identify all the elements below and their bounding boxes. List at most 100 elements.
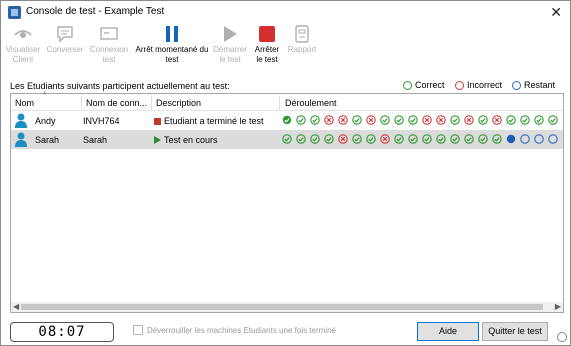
chat-icon (57, 26, 73, 43)
timer-value: 08:07 (38, 324, 86, 340)
progress-track (282, 115, 562, 125)
view-client-button[interactable]: Visualiser Client (3, 25, 43, 65)
connection-test-label: Connexion test (89, 45, 129, 64)
student-name: Sarah (35, 135, 60, 145)
scroll-right-icon[interactable]: ▶ (555, 302, 561, 311)
remaining-icon (512, 80, 521, 90)
correct-answer-icon (464, 134, 474, 144)
incorrect-answer-icon (380, 134, 390, 144)
participants-table: ^ Nom Nom de conn... Description Déroule… (10, 92, 564, 313)
student-icon (15, 132, 27, 147)
report-label: Rapport (287, 45, 317, 54)
column-separator[interactable] (151, 96, 152, 110)
scroll-left-icon[interactable]: ◀ (13, 302, 19, 311)
legend-correct: Correct (403, 80, 445, 90)
correct-answer-icon (436, 134, 446, 144)
student-description: Test en cours (164, 135, 218, 145)
correct-icon (403, 80, 412, 90)
help-button[interactable]: Aide (417, 322, 479, 341)
checkbox-box[interactable] (133, 325, 143, 335)
stop-test-label: Arrêter le test (254, 45, 280, 64)
current-question-icon (506, 134, 516, 144)
report-icon (295, 25, 309, 43)
correct-answer-icon (478, 115, 488, 125)
test-console-window: Console de test - Example Test ✕ Visuali… (0, 0, 571, 346)
connection-test-button[interactable]: Connexion test (87, 25, 131, 65)
student-name: Andy (35, 116, 56, 126)
quit-test-button[interactable]: Quitter le test (482, 322, 548, 341)
unlock-machines-checkbox[interactable]: Déverrouiller les machines Etudiants une… (133, 325, 336, 335)
play-icon (224, 26, 237, 42)
correct-answer-icon (324, 134, 334, 144)
legend-remaining: Restant (512, 80, 555, 90)
correct-answer-icon (366, 134, 376, 144)
pause-test-label: Arrêt momentané du test (135, 45, 209, 64)
legend-correct-label: Correct (415, 80, 445, 90)
correct-answer-icon (422, 134, 432, 144)
chat-button[interactable]: Converser (45, 25, 85, 55)
incorrect-answer-icon (366, 115, 376, 125)
correct-answer-icon (408, 134, 418, 144)
remaining-question-icon (548, 134, 558, 144)
correct-answer-icon (450, 134, 460, 144)
incorrect-answer-icon (436, 115, 446, 125)
sort-ascending-icon: ^ (43, 92, 47, 99)
incorrect-icon (455, 80, 464, 90)
start-test-button[interactable]: Démarrer le test (211, 25, 249, 65)
correct-answer-icon (394, 115, 404, 125)
connection-icon (100, 27, 118, 40)
remaining-question-icon (520, 134, 530, 144)
title-bar: Console de test - Example Test ✕ (1, 1, 570, 23)
resize-grip-icon[interactable] (557, 332, 567, 342)
correct-answer-icon (282, 134, 292, 144)
app-icon (8, 6, 21, 19)
incorrect-answer-icon (422, 115, 432, 125)
correct-answer-icon (478, 134, 488, 144)
correct-answer-icon (548, 115, 558, 125)
legend-remaining-label: Restant (524, 80, 556, 90)
column-header-description[interactable]: Description (156, 98, 201, 108)
incorrect-answer-icon (464, 115, 474, 125)
correct-answer-icon (506, 115, 516, 125)
stop-icon (259, 26, 275, 42)
remaining-question-icon (534, 134, 544, 144)
correct-answer-icon (310, 115, 320, 125)
column-header-name[interactable]: Nom (15, 98, 34, 108)
incorrect-answer-icon (324, 115, 334, 125)
chat-label: Converser (46, 45, 84, 54)
student-login: Sarah (83, 135, 108, 145)
eye-icon (14, 30, 32, 38)
close-icon[interactable]: ✕ (550, 4, 562, 21)
table-row[interactable]: Andy INVH764 Etudiant a terminé le test (11, 111, 563, 130)
report-button[interactable]: Rapport (285, 25, 319, 55)
column-separator[interactable] (81, 96, 82, 110)
incorrect-answer-icon (338, 134, 348, 144)
correct-answer-icon (492, 134, 502, 144)
toolbar: Visualiser Client Converser Connexion te… (1, 23, 570, 71)
start-test-label: Démarrer le test (213, 45, 247, 64)
student-icon (15, 113, 27, 128)
column-separator[interactable] (279, 96, 280, 110)
column-header-login[interactable]: Nom de conn... (86, 98, 147, 108)
correct-answer-icon (520, 115, 530, 125)
elapsed-timer: 08:07 (10, 322, 114, 342)
horizontal-scrollbar[interactable]: ◀ ▶ (11, 302, 563, 312)
table-header: ^ Nom Nom de conn... Description Déroule… (11, 92, 563, 111)
table-row[interactable]: Sarah Sarah Test en cours (11, 130, 563, 149)
student-status: Etudiant a terminé le test (154, 116, 264, 126)
participants-label: Les Etudiants suivants participent actue… (10, 81, 230, 91)
pause-test-button[interactable]: Arrêt momentané du test (132, 25, 212, 65)
correct-answer-icon (394, 134, 404, 144)
correct-answer-icon (296, 134, 306, 144)
incorrect-answer-icon (338, 115, 348, 125)
correct-answer-icon (296, 115, 306, 125)
legend-incorrect-label: Incorrect (467, 80, 503, 90)
student-login: INVH764 (83, 116, 120, 126)
pause-icon (166, 26, 178, 42)
view-client-label: Visualiser Client (5, 45, 41, 64)
column-header-progress[interactable]: Déroulement (285, 98, 337, 108)
correct-answer-icon (408, 115, 418, 125)
scrollbar-thumb[interactable] (21, 304, 543, 310)
stop-test-button[interactable]: Arrêter le test (251, 25, 283, 65)
stop-status-icon (154, 118, 161, 125)
